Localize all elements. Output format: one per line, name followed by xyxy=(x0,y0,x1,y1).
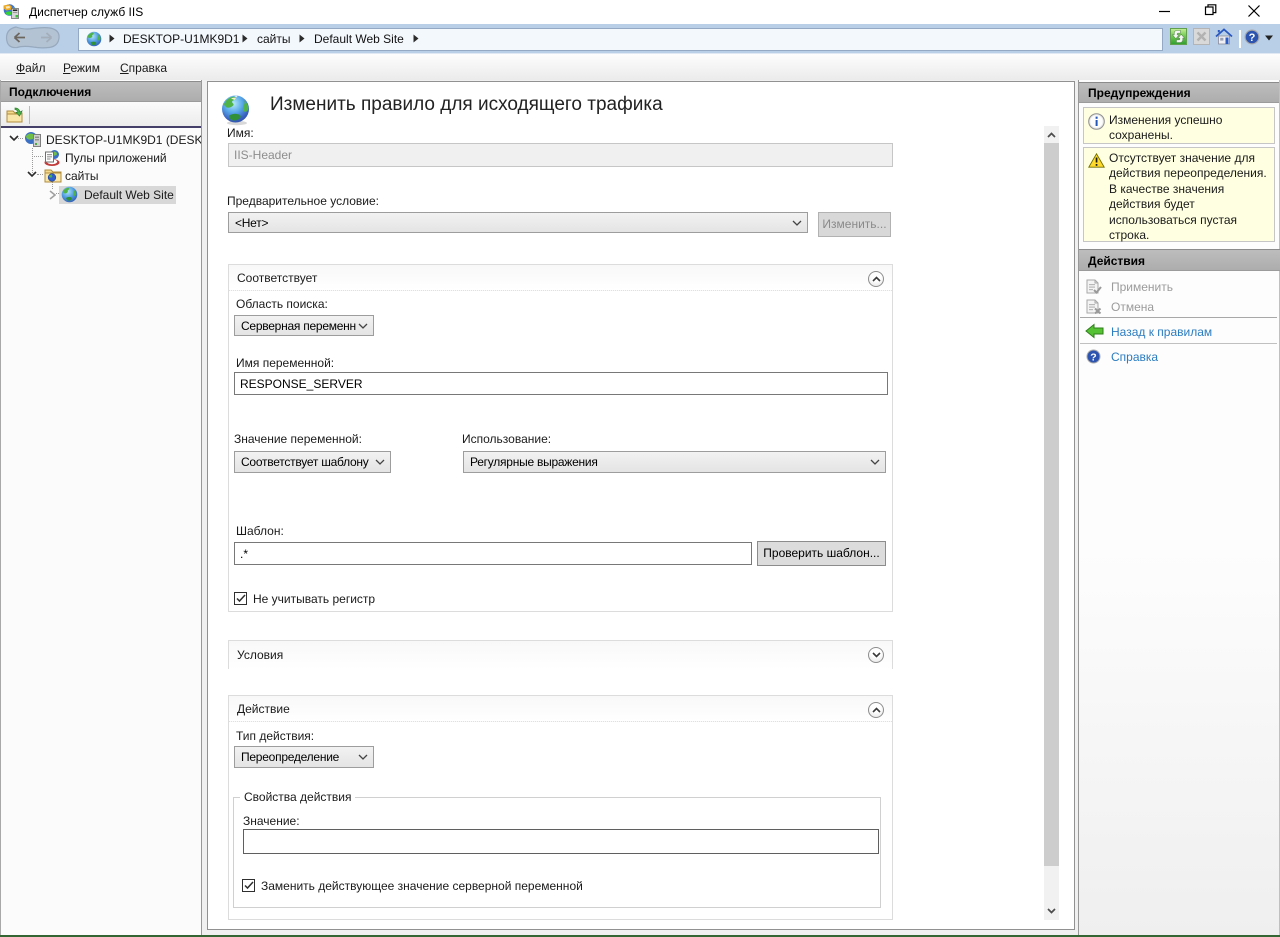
svg-text:?: ? xyxy=(1090,351,1096,363)
svg-text:?: ? xyxy=(1249,32,1256,44)
